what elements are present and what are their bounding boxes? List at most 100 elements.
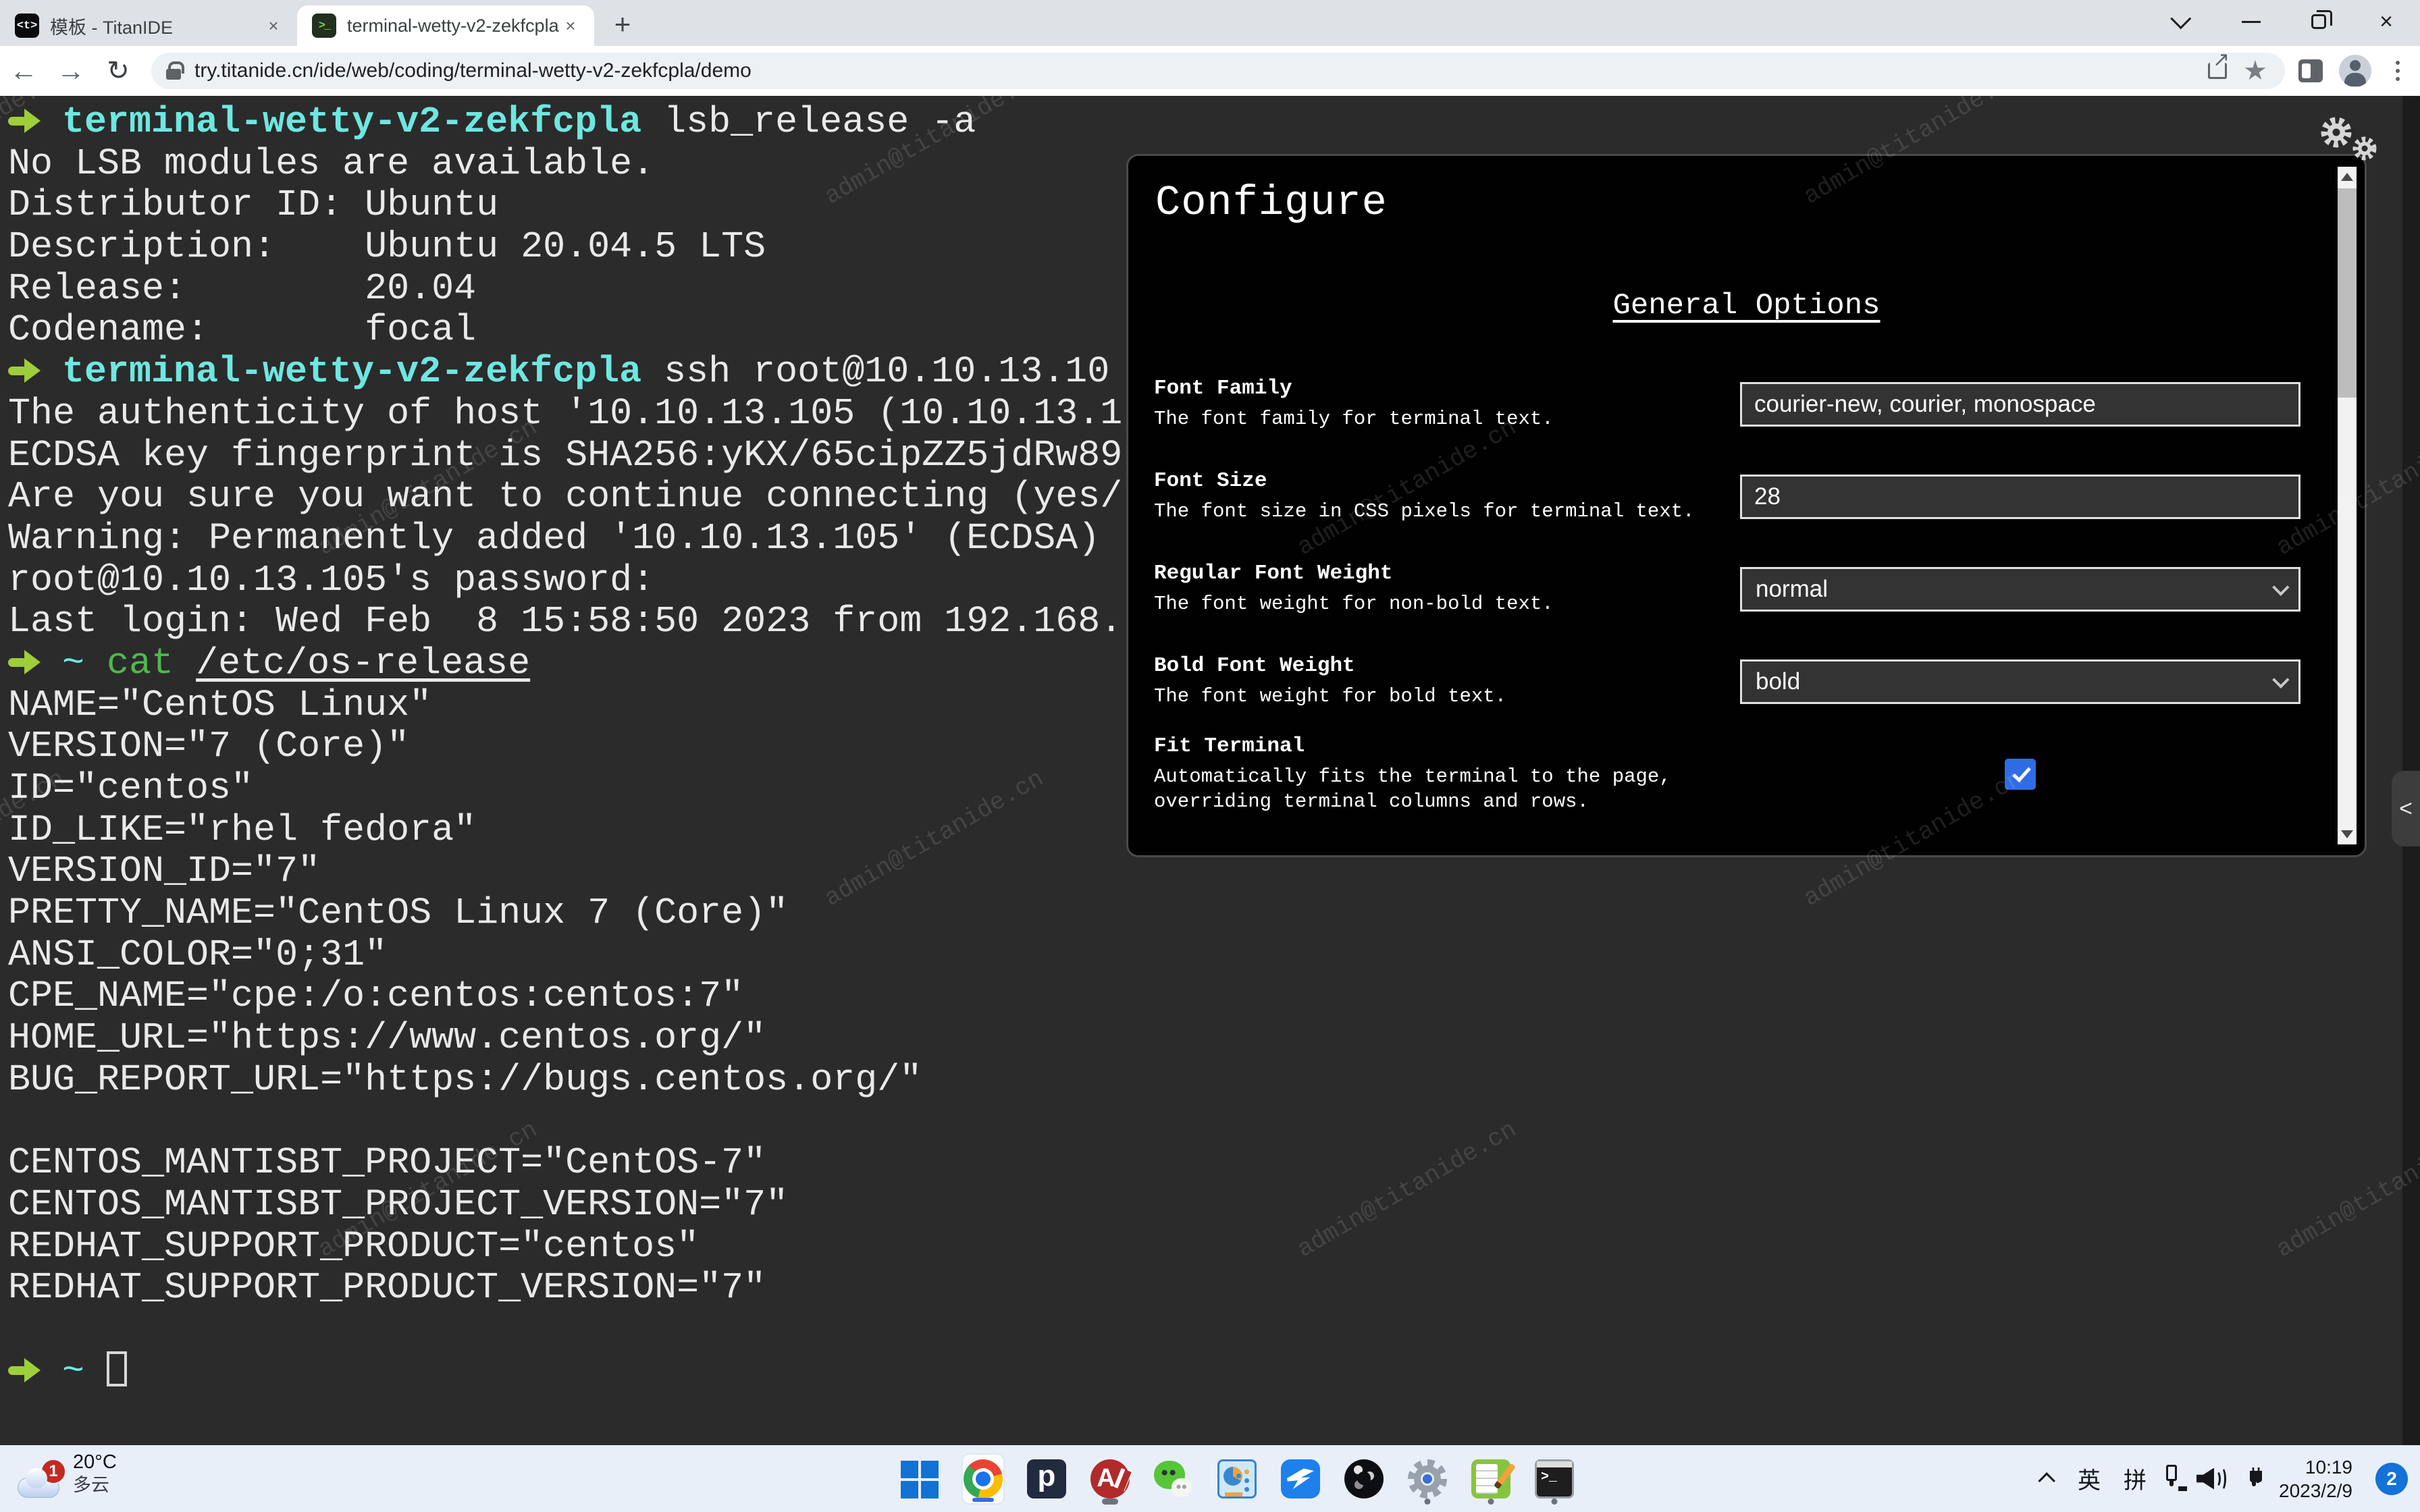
scroll-down-button[interactable] xyxy=(2338,824,2357,844)
side-panel-button[interactable] xyxy=(2292,53,2330,89)
browser-toolbar: ← → ↻ try.titanide.cn/ide/web/coding/ter… xyxy=(0,46,2420,96)
font-size-description: The font size in CSS pixels for terminal… xyxy=(1154,499,1695,524)
profile-avatar[interactable] xyxy=(2339,55,2371,87)
minimize-button[interactable] xyxy=(2217,0,2285,43)
weather-condition: 多云 xyxy=(73,1474,117,1496)
bold-font-weight-label: Bold Font Weight xyxy=(1154,654,1506,678)
tab-terminal-wetty[interactable]: >_ terminal-wetty-v2-zekfcpla - T × xyxy=(297,5,594,46)
scrollbar-thumb[interactable] xyxy=(2338,188,2357,398)
config-row-regular-font-weight: Regular Font Weight The font weight for n… xyxy=(1154,543,2300,635)
command-prompt-icon xyxy=(1535,1459,1574,1498)
share-button[interactable] xyxy=(2199,53,2236,89)
terminal-line: HOME_URL="https://www.centos.org/" xyxy=(8,1017,2420,1059)
wechat-icon xyxy=(1154,1459,1193,1498)
battery-icon[interactable] xyxy=(2252,1473,2256,1485)
fit-terminal-checkbox[interactable] xyxy=(2005,759,2036,790)
dialog-scrollbar[interactable] xyxy=(2338,167,2357,844)
clock-widget[interactable]: 10:19 2023/2/9 xyxy=(2279,1455,2352,1503)
running-indicator xyxy=(1425,1498,1431,1505)
taskbar-icon-obs-studio[interactable] xyxy=(1342,1453,1386,1505)
fit-terminal-label: Fit Terminal xyxy=(1154,734,1671,758)
active-indicator xyxy=(972,1498,994,1502)
tab-close-icon[interactable]: × xyxy=(262,14,285,37)
terminal-line: REDHAT_SUPPORT_PRODUCT="centos" xyxy=(8,1226,2420,1268)
terminal-cursor xyxy=(107,1351,127,1386)
weather-temperature: 20°C xyxy=(73,1451,117,1474)
prompt-arrow-icon xyxy=(8,107,42,134)
prompt-arrow-icon xyxy=(8,357,42,384)
prompt-arrow-icon xyxy=(8,649,42,676)
bold-font-weight-select[interactable]: bold xyxy=(1740,659,2300,704)
reload-button[interactable]: ↻ xyxy=(95,49,142,92)
taskbar-icon-chrome[interactable] xyxy=(962,1453,1005,1505)
new-tab-button[interactable]: + xyxy=(604,5,641,43)
tray-time: 10:19 xyxy=(2279,1455,2352,1479)
taskbar-icon-dingtalk[interactable] xyxy=(1279,1453,1322,1505)
bold-font-weight-description: The font weight for bold text. xyxy=(1154,684,1506,709)
system-panel-icon xyxy=(1217,1459,1257,1498)
url-text[interactable]: try.titanide.cn/ide/web/coding/terminal-… xyxy=(194,59,2199,82)
language-indicator-pinyin[interactable]: 拼 xyxy=(2124,1462,2147,1495)
close-button[interactable]: × xyxy=(2352,0,2420,43)
share-icon xyxy=(2208,63,2227,79)
chrome-icon xyxy=(964,1459,1003,1498)
lock-icon[interactable] xyxy=(166,69,181,80)
regular-font-weight-description: The font weight for non-bold text. xyxy=(1154,591,1554,616)
taskbar-icon-command-prompt[interactable] xyxy=(1533,1453,1576,1505)
settings-gear-icon xyxy=(1408,1459,1447,1498)
app-p-icon xyxy=(1027,1459,1066,1498)
tray-date: 2023/2/9 xyxy=(2279,1479,2352,1503)
regular-font-weight-label: Regular Font Weight xyxy=(1154,562,1554,585)
taskbar-icon-wechat[interactable] xyxy=(1152,1453,1195,1505)
configure-dialog-title: Configure xyxy=(1155,179,2365,227)
taskbar-icon-app-a-red[interactable] xyxy=(1088,1453,1132,1505)
restore-button[interactable] xyxy=(2285,0,2352,43)
taskbar-icon-settings-gear[interactable] xyxy=(1406,1453,1449,1505)
terminal-line xyxy=(8,1101,2420,1143)
regular-font-weight-select[interactable]: normal xyxy=(1740,567,2300,612)
taskbar-icon-notepad-plus[interactable] xyxy=(1469,1453,1512,1505)
tab-search-button[interactable] xyxy=(2150,0,2217,43)
font-size-label: Font Size xyxy=(1154,469,1695,493)
font-family-input[interactable] xyxy=(1740,382,2300,427)
terminal-settings-gears-icon[interactable] xyxy=(2309,113,2385,165)
terminal-favicon-icon: >_ xyxy=(312,14,336,38)
collapse-panel-handle[interactable]: < xyxy=(2392,771,2420,846)
bookmark-button[interactable] xyxy=(2236,53,2274,89)
taskbar-icon-app-p[interactable] xyxy=(1025,1453,1068,1505)
url-bar[interactable]: try.titanide.cn/ide/web/coding/terminal-… xyxy=(151,53,2285,89)
config-row-fit-terminal: Fit TerminalAutomatically fits the termi… xyxy=(1154,728,2300,820)
volume-icon[interactable] xyxy=(2197,1465,2229,1492)
system-tray: 英 拼 10:19 2023/2/9 2 xyxy=(2043,1445,2408,1512)
config-row-bold-font-weight: Bold Font Weight The font weight for bold… xyxy=(1154,635,2300,728)
tab-title: terminal-wetty-v2-zekfcpla - T xyxy=(347,16,559,36)
windows-start-icon xyxy=(900,1459,939,1498)
notification-badge[interactable]: 2 xyxy=(2375,1463,2408,1495)
tray-overflow-chevron-icon[interactable] xyxy=(2038,1472,2055,1489)
terminal-line: terminal-wetty-v2-zekfcpla lsb_release -… xyxy=(8,101,2420,143)
running-indicator xyxy=(1488,1498,1494,1505)
window-controls: × xyxy=(2150,0,2420,43)
titanide-favicon-icon: <t> xyxy=(15,14,39,38)
tab-close-icon[interactable]: × xyxy=(559,14,582,37)
taskbar-icon-windows-start[interactable] xyxy=(898,1453,941,1505)
taskbar-icon-system-panel[interactable] xyxy=(1215,1453,1259,1505)
language-indicator-en[interactable]: 英 xyxy=(2078,1462,2101,1495)
triangle-up-icon xyxy=(2341,173,2353,181)
scroll-up-button[interactable] xyxy=(2338,167,2357,187)
running-indicator xyxy=(1102,1498,1118,1505)
font-size-input[interactable] xyxy=(1740,475,2300,519)
terminal-line: REDHAT_SUPPORT_PRODUCT_VERSION="7" xyxy=(8,1267,2420,1309)
side-panel-icon xyxy=(2298,59,2323,82)
config-rows: Font FamilyThe font family for terminal … xyxy=(1128,358,2365,820)
browser-tab-strip: <t> 模板 - TitanIDE × >_ terminal-wetty-v2… xyxy=(0,0,2420,46)
browser-menu-button[interactable] xyxy=(2381,53,2415,89)
weather-badge: 1 xyxy=(41,1459,66,1484)
back-button[interactable]: ← xyxy=(0,49,47,92)
network-icon[interactable] xyxy=(2169,1473,2174,1485)
forward-button[interactable]: → xyxy=(47,49,95,92)
weather-widget[interactable]: 1 20°C 多云 xyxy=(18,1449,117,1498)
tab-titanide[interactable]: <t> 模板 - TitanIDE × xyxy=(0,5,297,46)
web-terminal-page: terminal-wetty-v2-zekfcpla lsb_release -… xyxy=(0,96,2420,1445)
obs-studio-icon xyxy=(1344,1459,1384,1498)
